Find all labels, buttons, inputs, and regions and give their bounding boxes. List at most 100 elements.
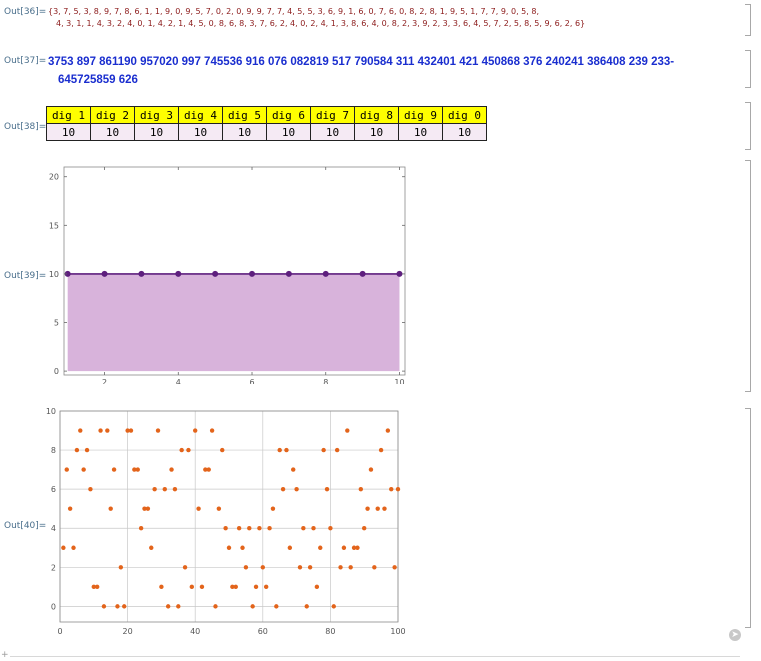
- data-point: [249, 270, 256, 277]
- data-point: [155, 428, 161, 433]
- plot-frame: [59, 410, 399, 623]
- data-point: [220, 447, 225, 453]
- data-point: [138, 526, 144, 531]
- big-number-line-1: 3753 897 861190 957020 997 745536 916 07…: [48, 56, 675, 68]
- area-fill: [67, 273, 400, 372]
- data-point: [270, 506, 276, 511]
- data-point: [307, 565, 313, 570]
- cell-bracket[interactable]: [745, 160, 751, 392]
- data-point: [277, 447, 282, 453]
- data-point: [334, 447, 340, 453]
- data-point: [345, 428, 350, 433]
- table-header-row: dig 1 dig 2 dig 3 dig 4 dig 5 dig 6 dig …: [46, 106, 487, 124]
- data-point: [338, 565, 343, 570]
- table-value-cell: 10: [134, 123, 179, 141]
- data-point: [216, 506, 222, 511]
- plus-icon[interactable]: +: [1, 650, 9, 660]
- data-point: [280, 486, 286, 492]
- data-point: [396, 270, 403, 277]
- table-value-row: 10 10 10 10 10 10 10 10 10 10: [46, 123, 487, 141]
- table-header-cell: dig 8: [354, 106, 399, 124]
- y-tick-label: 20: [49, 173, 59, 182]
- data-point: [389, 486, 394, 492]
- data-point: [314, 584, 320, 590]
- data-point: [98, 428, 103, 433]
- big-number-line-2: 645725859 626: [58, 74, 138, 86]
- data-point: [176, 604, 181, 609]
- x-tick-label: 10: [394, 378, 404, 384]
- scatter-chart: 0 20 40 60 80 100 0 2 4 6 8 10: [46, 407, 406, 636]
- data-point: [355, 545, 360, 550]
- area-chart: 2 4 6 8 10 0 5 10 15 20: [49, 166, 406, 384]
- data-point: [189, 584, 195, 590]
- data-point: [105, 428, 110, 433]
- data-point: [145, 506, 151, 511]
- data-point: [179, 447, 184, 453]
- table-value-cell: 10: [266, 123, 311, 141]
- x-tick-label: 100: [390, 627, 405, 636]
- digit-count-table: dig 1 dig 2 dig 3 dig 4 dig 5 dig 6 dig …: [46, 106, 487, 141]
- data-point: [348, 565, 353, 570]
- y-tick-label: 5: [54, 319, 59, 328]
- data-point: [304, 604, 309, 609]
- data-point: [341, 545, 347, 550]
- table-value-cell: 10: [46, 123, 91, 141]
- data-point: [253, 584, 259, 590]
- data-point: [175, 270, 182, 277]
- data-point: [378, 447, 384, 453]
- table-header-cell: dig 3: [134, 106, 179, 124]
- data-point: [61, 545, 66, 550]
- table-value-cell: 10: [398, 123, 443, 141]
- data-point: [169, 467, 174, 472]
- data-point: [78, 428, 83, 433]
- data-point: [311, 526, 316, 531]
- y-tick-label: 10: [49, 270, 59, 279]
- data-point: [250, 604, 255, 609]
- cell-insertion-line[interactable]: [10, 656, 740, 657]
- table-header-cell: dig 0: [442, 106, 487, 124]
- digit-list-output: {3, 7, 5, 3, 8, 9, 7, 8, 6, 1, 1, 9, 0, …: [48, 6, 668, 30]
- y-tick-label: 10: [46, 407, 56, 416]
- data-point: [322, 270, 329, 277]
- data-point: [64, 467, 69, 472]
- y-tick-label: 0: [51, 602, 56, 611]
- table-value-cell: 10: [442, 123, 487, 141]
- data-point: [212, 270, 219, 277]
- data-point: [301, 526, 306, 531]
- x-tick-label: 2: [102, 378, 107, 384]
- table-header-cell: dig 2: [90, 106, 135, 124]
- data-point: [372, 565, 377, 570]
- data-point: [67, 506, 73, 511]
- data-point: [331, 604, 336, 609]
- x-tick-label: 40: [190, 627, 200, 636]
- data-point: [88, 486, 93, 492]
- cell-bracket[interactable]: [745, 408, 751, 628]
- table-header-cell: dig 6: [266, 106, 311, 124]
- table-value-cell: 10: [178, 123, 223, 141]
- table-value-cell: 10: [310, 123, 355, 141]
- data-point: [118, 565, 124, 570]
- data-point: [108, 506, 113, 511]
- data-point: [172, 486, 178, 492]
- y-tick-label: 15: [49, 221, 59, 230]
- cell-bracket[interactable]: [745, 4, 751, 36]
- circle-arrow-icon[interactable]: ➤: [729, 629, 741, 641]
- data-point: [71, 545, 76, 550]
- data-point: [196, 506, 201, 511]
- data-point: [385, 428, 391, 433]
- data-point: [247, 526, 252, 531]
- data-point: [294, 486, 299, 492]
- data-point: [199, 584, 205, 590]
- data-point: [209, 428, 215, 433]
- data-point: [182, 565, 188, 570]
- cell-bracket[interactable]: [745, 102, 751, 150]
- x-tick-label: 20: [123, 627, 133, 636]
- data-point: [365, 506, 370, 511]
- cell-bracket[interactable]: [745, 50, 751, 88]
- data-point: [395, 486, 401, 492]
- data-point: [152, 486, 157, 492]
- data-point: [321, 447, 326, 453]
- data-point: [274, 604, 279, 609]
- x-tick-label: 60: [258, 627, 268, 636]
- data-point: [74, 447, 80, 453]
